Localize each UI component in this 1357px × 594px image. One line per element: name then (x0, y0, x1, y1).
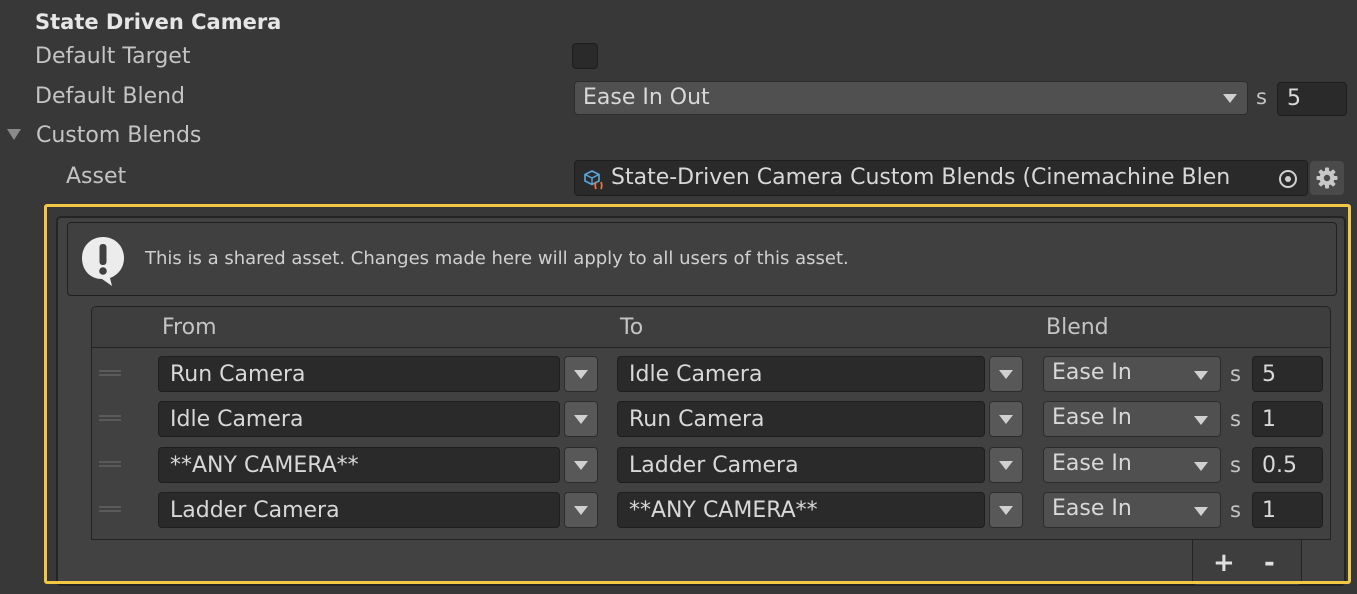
blend-style-dropdown[interactable]: Ease In (1043, 401, 1221, 437)
chevron-down-icon (1194, 507, 1208, 516)
to-camera-field[interactable]: Idle Camera (617, 356, 985, 392)
blend-time-field[interactable]: 1 (1252, 492, 1323, 528)
drag-handle-icon[interactable] (99, 461, 121, 467)
to-camera-value: Idle Camera (629, 362, 763, 387)
to-camera-dropdown-button[interactable] (989, 401, 1023, 437)
section-title: State Driven Camera (35, 10, 282, 34)
default-blend-value: Ease In Out (583, 85, 710, 110)
default-blend-duration-field[interactable]: 5 (1277, 82, 1347, 116)
to-camera-field[interactable]: Ladder Camera (617, 447, 985, 483)
list-footer: + - (1192, 540, 1302, 586)
blend-time-field[interactable]: 1 (1252, 401, 1323, 437)
column-from: From (162, 315, 217, 340)
from-camera-dropdown-button[interactable] (564, 492, 598, 528)
to-camera-dropdown-button[interactable] (989, 356, 1023, 392)
remove-button[interactable]: - (1264, 548, 1275, 578)
gear-icon (1316, 167, 1338, 189)
from-camera-field[interactable]: Idle Camera (158, 401, 560, 437)
blend-style-value: Ease In (1052, 451, 1132, 476)
blend-time-value: 5 (1262, 362, 1276, 387)
dropdown-arrow-icon (574, 461, 588, 470)
dropdown-arrow-icon (574, 370, 588, 379)
from-camera-value: **ANY CAMERA** (170, 453, 359, 478)
blend-style-dropdown[interactable]: Ease In (1043, 447, 1221, 483)
default-blend-unit: s (1256, 85, 1267, 109)
chevron-down-icon (1194, 462, 1208, 471)
blend-time-unit: s (1230, 453, 1241, 477)
chevron-down-icon (1194, 371, 1208, 380)
asset-value: State-Driven Camera Custom Blends (Cinem… (611, 165, 1231, 190)
from-camera-dropdown-button[interactable] (564, 356, 598, 392)
asset-object-field[interactable]: State-Driven Camera Custom Blends (Cinem… (574, 160, 1308, 196)
blend-time-field[interactable]: 0.5 (1252, 447, 1323, 483)
default-blend-label: Default Blend (35, 84, 186, 109)
blend-style-dropdown[interactable]: Ease In (1043, 492, 1221, 528)
column-blend: Blend (1046, 315, 1109, 340)
blend-time-field[interactable]: 5 (1252, 356, 1323, 392)
dropdown-arrow-icon (999, 506, 1013, 515)
from-camera-value: Run Camera (170, 362, 306, 387)
blend-row: Run Camera Idle Camera Ease In s 5 (91, 354, 1331, 396)
blend-row: Ladder Camera **ANY CAMERA** Ease In s 1 (91, 490, 1331, 532)
blend-style-value: Ease In (1052, 496, 1132, 521)
to-camera-field[interactable]: Run Camera (617, 401, 985, 437)
blend-time-unit: s (1230, 362, 1241, 386)
blend-time-unit: s (1230, 407, 1241, 431)
asset-label: Asset (66, 164, 127, 189)
dropdown-arrow-icon (574, 506, 588, 515)
settings-button[interactable] (1310, 161, 1344, 195)
from-camera-dropdown-button[interactable] (564, 447, 598, 483)
dropdown-arrow-icon (999, 461, 1013, 470)
from-camera-dropdown-button[interactable] (564, 401, 598, 437)
default-blend-dropdown[interactable]: Ease In Out (574, 81, 1248, 115)
dropdown-arrow-icon (999, 370, 1013, 379)
from-camera-value: Ladder Camera (170, 498, 340, 523)
custom-blends-label[interactable]: Custom Blends (36, 122, 201, 150)
blends-list-header: From To Blend (91, 306, 1331, 348)
foldout-arrow-icon[interactable] (7, 129, 21, 140)
asset-icon (584, 170, 603, 190)
blend-style-value: Ease In (1052, 405, 1132, 430)
default-target-toggle[interactable] (572, 43, 598, 69)
object-picker-icon[interactable] (1277, 168, 1299, 190)
warning-icon (82, 237, 124, 286)
from-camera-field[interactable]: **ANY CAMERA** (158, 447, 560, 483)
chevron-down-icon (1194, 416, 1208, 425)
dropdown-arrow-icon (999, 415, 1013, 424)
blend-time-value: 1 (1262, 407, 1276, 432)
drag-handle-icon[interactable] (99, 415, 121, 421)
to-camera-value: Run Camera (629, 407, 765, 432)
default-target-label: Default Target (35, 44, 191, 69)
blend-time-unit: s (1230, 498, 1241, 522)
column-to: To (620, 315, 644, 340)
blend-time-value: 0.5 (1262, 453, 1297, 478)
chevron-down-icon (1223, 94, 1237, 103)
from-camera-field[interactable]: Ladder Camera (158, 492, 560, 528)
blend-time-value: 1 (1262, 498, 1276, 523)
from-camera-field[interactable]: Run Camera (158, 356, 560, 392)
help-message: This is a shared asset. Changes made her… (145, 248, 849, 269)
blend-style-dropdown[interactable]: Ease In (1043, 356, 1221, 392)
to-camera-dropdown-button[interactable] (989, 492, 1023, 528)
add-button[interactable]: + (1213, 548, 1235, 578)
to-camera-dropdown-button[interactable] (989, 447, 1023, 483)
default-blend-duration-value: 5 (1287, 86, 1301, 111)
blend-style-value: Ease In (1052, 360, 1132, 385)
drag-handle-icon[interactable] (99, 506, 121, 512)
to-camera-value: **ANY CAMERA** (629, 498, 818, 523)
blend-row: **ANY CAMERA** Ladder Camera Ease In s 0… (91, 445, 1331, 487)
drag-handle-icon[interactable] (99, 370, 121, 376)
blend-row: Idle Camera Run Camera Ease In s 1 (91, 399, 1331, 441)
to-camera-value: Ladder Camera (629, 453, 799, 478)
from-camera-value: Idle Camera (170, 407, 304, 432)
dropdown-arrow-icon (574, 415, 588, 424)
shared-asset-helpbox: This is a shared asset. Changes made her… (67, 222, 1337, 296)
to-camera-field[interactable]: **ANY CAMERA** (617, 492, 985, 528)
